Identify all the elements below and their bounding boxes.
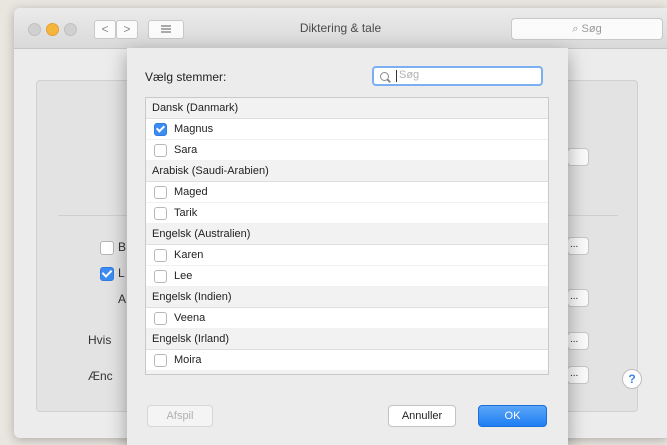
- voice-group-header: Engelsk (Australien): [146, 223, 548, 245]
- voice-search-input[interactable]: Søg: [372, 66, 543, 86]
- background-checkbox-2[interactable]: [100, 267, 114, 281]
- voice-row[interactable]: Karen: [146, 245, 548, 266]
- voice-name: Karen: [174, 249, 204, 261]
- voice-row[interactable]: Maged: [146, 182, 548, 203]
- title-bar: < > Diktering & tale ⌕ Søg: [14, 8, 667, 49]
- ok-button[interactable]: OK: [478, 405, 547, 427]
- voice-row[interactable]: Tarik: [146, 203, 548, 224]
- cancel-button[interactable]: Annuller: [388, 405, 456, 427]
- voice-name: Magnus: [174, 123, 214, 135]
- voice-group-header: Dansk (Danmark): [146, 98, 548, 119]
- voice-checkbox[interactable]: [154, 144, 167, 157]
- background-label-5: Ænc: [88, 369, 113, 383]
- play-button[interactable]: Afspil: [147, 405, 213, 427]
- voice-row[interactable]: Veena: [146, 308, 548, 329]
- search-icon: ⌕: [572, 23, 579, 35]
- voice-group-header: Arabisk (Saudi-Arabien): [146, 160, 548, 182]
- background-label-2: L: [118, 266, 125, 280]
- background-button-5[interactable]: ...: [567, 366, 589, 384]
- help-button[interactable]: ?: [622, 369, 642, 389]
- search-icon: [380, 72, 389, 81]
- choose-voices-sheet: Vælg stemmer: Søg Dansk (Danmark) Magnus S…: [127, 48, 568, 445]
- voice-group-header: Engelsk (Irland): [146, 328, 548, 350]
- background-button-1[interactable]: [567, 148, 589, 166]
- voice-group-header: Engelsk (Indien): [146, 286, 548, 308]
- voice-row[interactable]: Magnus: [146, 119, 548, 140]
- voice-name: Moira: [174, 354, 202, 366]
- voice-row[interactable]: Sara: [146, 140, 548, 161]
- voice-name: Maged: [174, 186, 208, 198]
- background-button-3[interactable]: ...: [567, 289, 589, 307]
- voice-name: Veena: [174, 312, 206, 324]
- voice-search-placeholder: Søg: [399, 69, 420, 81]
- voice-checkbox[interactable]: [154, 312, 167, 325]
- voice-checkbox[interactable]: [154, 123, 167, 136]
- background-button-2[interactable]: ...: [567, 237, 589, 255]
- background-button-4[interactable]: ...: [567, 332, 589, 350]
- voice-name: Lee: [174, 270, 193, 282]
- voice-row[interactable]: Lee: [146, 266, 548, 287]
- voice-checkbox[interactable]: [154, 354, 167, 367]
- voice-name: Tarik: [174, 207, 198, 219]
- voice-name: Sara: [174, 144, 198, 156]
- voice-checkbox[interactable]: [154, 249, 167, 262]
- background-label-4: Hvis: [88, 333, 112, 347]
- voice-checkbox[interactable]: [154, 186, 167, 199]
- voice-checkbox[interactable]: [154, 207, 167, 220]
- voice-row[interactable]: Moira: [146, 350, 548, 371]
- choose-voices-label: Vælg stemmer:: [145, 70, 227, 84]
- background-label-1: B: [118, 240, 127, 254]
- voice-checkbox[interactable]: [154, 270, 167, 283]
- voice-group-header-partial: [146, 371, 548, 374]
- background-label-3: A: [118, 292, 127, 306]
- background-checkbox-1[interactable]: [100, 241, 114, 255]
- window-search-placeholder: Søg: [581, 23, 602, 35]
- text-cursor: [396, 70, 397, 82]
- voice-list[interactable]: Dansk (Danmark) Magnus Sara Arabisk (Saudi-…: [145, 97, 549, 375]
- window-search-field[interactable]: ⌕ Søg: [511, 18, 663, 40]
